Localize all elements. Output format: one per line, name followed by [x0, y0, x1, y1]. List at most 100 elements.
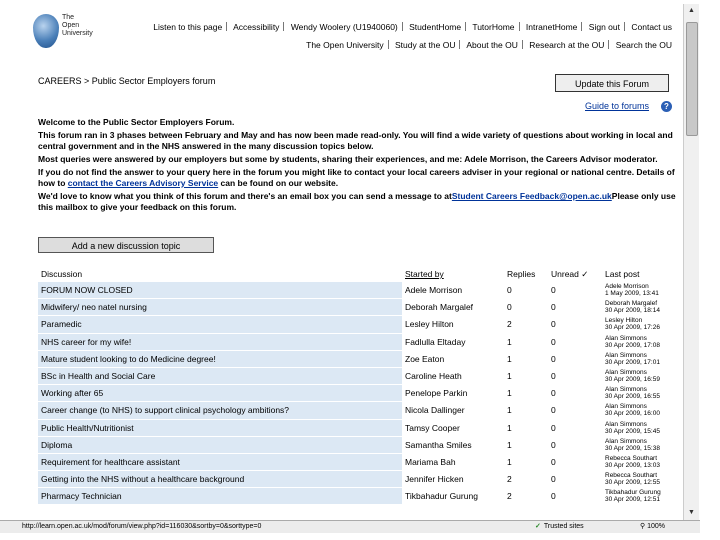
discussion-topic-link[interactable]: FORUM NOW CLOSED	[38, 282, 402, 300]
discussion-topic-link[interactable]: Mature student looking to do Medicine de…	[38, 350, 402, 368]
discussion-topic-link[interactable]: Midwifery/ neo natel nursing	[38, 298, 402, 317]
unread-cell: 0	[548, 419, 602, 437]
unread-cell: 0	[548, 350, 602, 368]
last-post-cell[interactable]: Alan Simmons 30 Apr 2009, 17:08	[602, 333, 688, 351]
last-post-cell[interactable]: Alan Simmons 30 Apr 2009, 16:55	[602, 384, 688, 403]
unread-cell: 0	[548, 470, 602, 489]
discussion-topic-link[interactable]: NHS career for my wife!	[38, 333, 402, 351]
last-post-cell[interactable]: Deborah Margalef 30 Apr 2009, 18:14	[602, 298, 688, 317]
col-discussion: Discussion	[41, 269, 83, 279]
table-row: Mature student looking to do Medicine de…	[38, 350, 688, 368]
discussion-topic-link[interactable]: Paramedic	[38, 315, 402, 334]
nav-about[interactable]: About the OU	[466, 40, 518, 50]
col-replies: Replies	[507, 269, 536, 279]
nav-signout[interactable]: Sign out	[589, 22, 620, 32]
started-by-cell[interactable]: Fadlulla Eltaday	[402, 333, 504, 351]
nav-studenthome[interactable]: StudentHome	[409, 22, 461, 32]
started-by-cell[interactable]: Jennifer Hicken	[402, 470, 504, 489]
discussion-table: Discussion Started by Replies Unread ✓ L…	[38, 266, 688, 506]
nav-research[interactable]: Research at the OU	[529, 40, 604, 50]
col-last-post: Last post	[605, 269, 640, 279]
discussion-topic-link[interactable]: Career change (to NHS) to support clinic…	[38, 401, 402, 420]
last-post-cell[interactable]: Rebecca Southart 30 Apr 2009, 13:03	[602, 453, 688, 472]
started-by-cell[interactable]: Penelope Parkin	[402, 384, 504, 403]
started-by-cell[interactable]: Tikbahadur Gurung	[402, 487, 504, 506]
careers-service-link[interactable]: contact the Careers Advisory Service	[68, 178, 218, 188]
unread-cell: 0	[548, 282, 602, 300]
intro-welcome: Welcome to the Public Sector Employers F…	[38, 117, 235, 127]
discussion-topic-link[interactable]: Diploma	[38, 436, 402, 454]
intro-phases: This forum ran in 3 phases between Febru…	[38, 130, 673, 151]
security-zone: ✓ Trusted sites	[535, 523, 584, 530]
nav-search[interactable]: Search the OU	[616, 40, 672, 50]
zoom-level[interactable]: ⚲ 100%	[640, 521, 665, 533]
table-row: BSc in Health and Social Care Caroline He…	[38, 367, 688, 386]
last-post-cell[interactable]: Tikbahadur Gurung 30 Apr 2009, 12:51	[602, 487, 688, 506]
last-post-cell[interactable]: Alan Simmons 30 Apr 2009, 17:01	[602, 350, 688, 368]
replies-cell: 1	[504, 453, 548, 472]
table-row: FORUM NOW CLOSED Adele Morrison 0 0 Adele Mo…	[38, 282, 688, 300]
started-by-cell[interactable]: Samantha Smiles	[402, 436, 504, 454]
last-post-cell[interactable]: Alan Simmons 30 Apr 2009, 15:45	[602, 419, 688, 437]
table-row: Getting into the NHS without a healthcar…	[38, 470, 688, 489]
replies-cell: 1	[504, 419, 548, 437]
intro-feedback: We'd love to know what you think of this…	[38, 191, 676, 212]
last-post-cell[interactable]: Lesley Hilton 30 Apr 2009, 17:26	[602, 315, 688, 334]
replies-cell: 1	[504, 384, 548, 403]
col-started-by[interactable]: Started by	[402, 266, 504, 282]
started-by-cell[interactable]: Deborah Margalef	[402, 298, 504, 317]
started-by-cell[interactable]: Caroline Heath	[402, 367, 504, 386]
replies-cell: 1	[504, 436, 548, 454]
discussion-topic-link[interactable]: Public Health/Nutritionist	[38, 419, 402, 437]
nav-user[interactable]: Wendy Woolery (U1940060)	[291, 22, 398, 32]
started-by-cell[interactable]: Adele Morrison	[402, 282, 504, 300]
replies-cell: 2	[504, 487, 548, 506]
forum-intro: Welcome to the Public Sector Employers F…	[38, 117, 678, 215]
unread-cell: 0	[548, 401, 602, 420]
nav-ou[interactable]: The Open University	[306, 40, 383, 50]
last-post-cell[interactable]: Adele Morrison 1 May 2009, 13:41	[602, 282, 688, 300]
last-post-cell[interactable]: Alan Simmons 30 Apr 2009, 15:38	[602, 436, 688, 454]
update-forum-button[interactable]: Update this Forum	[555, 74, 669, 92]
last-post-cell[interactable]: Rebecca Southart 30 Apr 2009, 12:55	[602, 470, 688, 489]
scroll-up-icon[interactable]: ▲	[684, 4, 699, 18]
discussion-topic-link[interactable]: Working after 65	[38, 384, 402, 403]
started-by-cell[interactable]: Nicola Dallinger	[402, 401, 504, 420]
last-post-cell[interactable]: Alan Simmons 30 Apr 2009, 16:59	[602, 367, 688, 386]
nav-tutorhome[interactable]: TutorHome	[472, 22, 514, 32]
nav-listen[interactable]: Listen to this page	[153, 22, 222, 32]
guide-to-forums-link[interactable]: Guide to forums	[585, 101, 649, 111]
unread-cell: 0	[548, 384, 602, 403]
started-by-cell[interactable]: Lesley Hilton	[402, 315, 504, 334]
discussion-topic-link[interactable]: Requirement for healthcare assistant	[38, 453, 402, 472]
logo-text: The Open University	[62, 14, 93, 37]
started-by-cell[interactable]: Zoe Eaton	[402, 350, 504, 368]
discussion-topic-link[interactable]: BSc in Health and Social Care	[38, 367, 402, 386]
nav-accessibility[interactable]: Accessibility	[233, 22, 279, 32]
nav-contact[interactable]: Contact us	[631, 22, 672, 32]
replies-cell: 2	[504, 470, 548, 489]
ou-logo[interactable]: The Open University	[33, 12, 93, 64]
add-discussion-button[interactable]: Add a new discussion topic	[38, 237, 214, 253]
table-row: Pharmacy Technician Tikbahadur Gurung 2 0 Ti…	[38, 487, 688, 506]
started-by-cell[interactable]: Tamsy Cooper	[402, 419, 504, 437]
table-row: Working after 65 Penelope Parkin 1 0 Alan Si…	[38, 384, 688, 403]
started-by-cell[interactable]: Mariama Bah	[402, 453, 504, 472]
replies-cell: 0	[504, 298, 548, 317]
unread-cell: 0	[548, 298, 602, 317]
replies-cell: 1	[504, 333, 548, 351]
breadcrumb[interactable]: CAREERS > Public Sector Employers forum	[38, 76, 215, 86]
scroll-thumb[interactable]	[686, 22, 698, 136]
discussion-topic-link[interactable]: Getting into the NHS without a healthcar…	[38, 470, 402, 489]
table-row: Career change (to NHS) to support clinic…	[38, 401, 688, 420]
replies-cell: 1	[504, 401, 548, 420]
discussion-topic-link[interactable]: Pharmacy Technician	[38, 487, 402, 506]
scroll-down-icon[interactable]: ▼	[684, 506, 699, 520]
checkmark-icon: ✓	[535, 523, 541, 530]
help-icon[interactable]: ?	[661, 101, 672, 112]
last-post-cell[interactable]: Alan Simmons 30 Apr 2009, 16:00	[602, 401, 688, 420]
nav-intranethome[interactable]: IntranetHome	[526, 22, 578, 32]
feedback-email-link[interactable]: Student Careers Feedback@open.ac.uk	[452, 191, 612, 201]
nav-study[interactable]: Study at the OU	[395, 40, 455, 50]
vertical-scrollbar[interactable]: ▲ ▼	[683, 4, 699, 520]
